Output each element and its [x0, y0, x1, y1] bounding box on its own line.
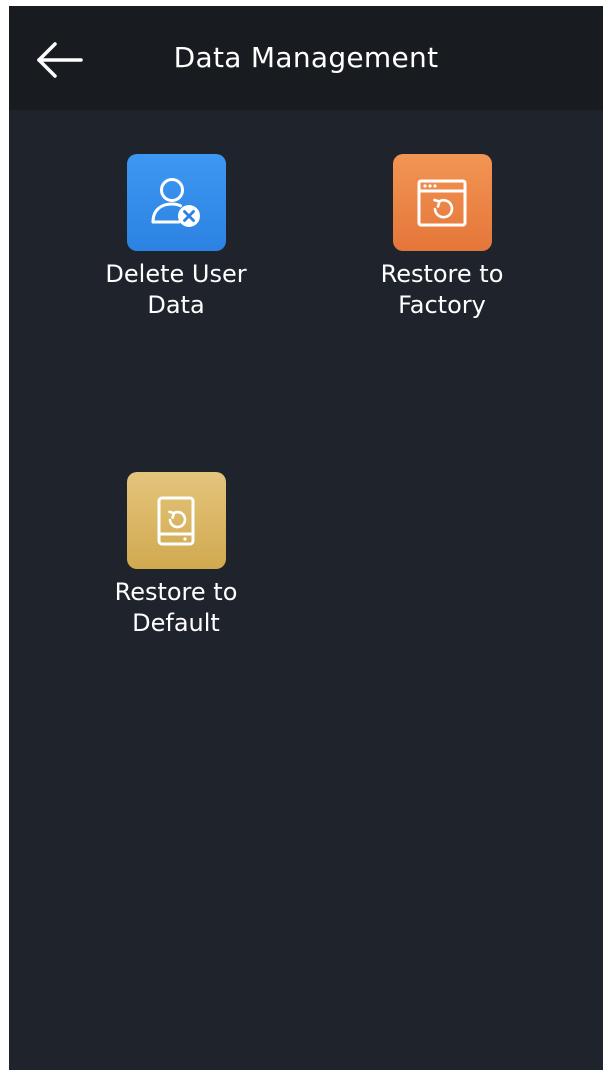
restore-to-default-label-line-2: Default [132, 609, 220, 637]
page-title: Data Management [173, 41, 439, 74]
restore-to-default-label-line-1: Restore to [114, 578, 238, 606]
restore-to-default-label: Restore to Default [81, 577, 271, 639]
restore-to-factory-label-line-2: Factory [398, 291, 486, 319]
delete-user-data-tile-icon [126, 154, 226, 251]
back-button[interactable] [29, 34, 89, 86]
delete-user-data-button[interactable]: Delete User Data [71, 154, 281, 321]
restore-to-factory-label-line-1: Restore to [380, 260, 504, 288]
data-management-screen: Data Management Delete User Data Restore… [9, 6, 603, 1070]
arrow-left-icon [37, 42, 83, 78]
restore-to-factory-button[interactable]: Restore to Factory [337, 154, 547, 321]
header-bar: Data Management [9, 6, 603, 110]
restore-to-default-button[interactable]: Restore to Default [71, 472, 281, 639]
delete-user-data-label-line-2: Data [147, 291, 205, 319]
user-remove-icon [151, 177, 200, 227]
restore-to-default-tile-icon [126, 472, 226, 569]
delete-user-data-label-line-1: Delete User [105, 260, 247, 288]
delete-user-data-label: Delete User Data [81, 259, 271, 321]
restore-to-factory-label: Restore to Factory [347, 259, 537, 321]
window-restore-icon [417, 179, 467, 226]
restore-to-factory-tile-icon [392, 154, 492, 251]
device-restore-icon [157, 496, 195, 545]
